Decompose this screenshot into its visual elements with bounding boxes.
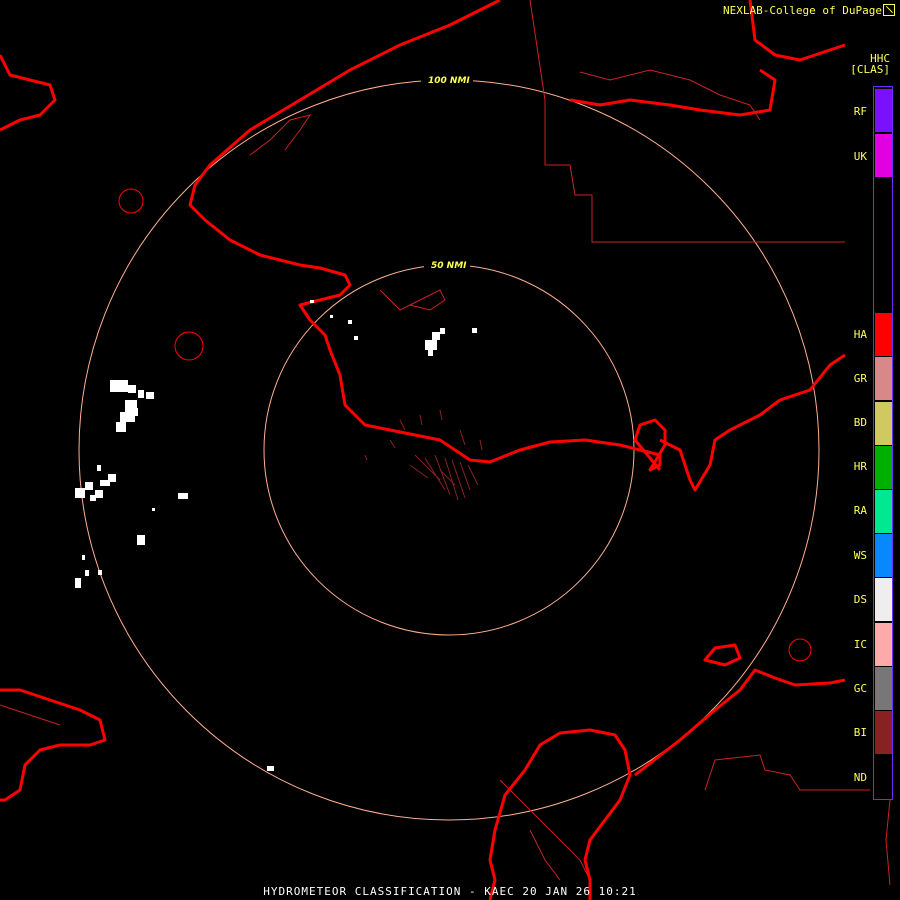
legend-label-rf: RF	[853, 105, 867, 118]
legend-label-ds: DS	[853, 593, 867, 606]
radar-echoes	[75, 300, 477, 771]
legend-label-hr: HR	[853, 460, 867, 473]
legend-label-ws: WS	[853, 549, 867, 562]
legend-label-bi: BI	[853, 726, 867, 739]
legend-swatch-gc	[875, 667, 892, 710]
legend-swatch-hr	[875, 446, 892, 489]
range-ring-100	[78, 79, 820, 821]
legend-swatch-ra	[875, 490, 892, 533]
footer-title: HYDROMETEOR CLASSIFICATION - KAEC 20 JAN…	[263, 885, 637, 898]
legend-label-ha: HA	[853, 328, 867, 341]
legend-color-bar	[873, 86, 893, 800]
legend-label-uk: UK	[853, 150, 867, 163]
ring-label-100: 100 NMI	[428, 76, 470, 86]
legend-swatch-bd	[875, 402, 892, 445]
legend-label-gc: GC	[853, 682, 867, 695]
coastlines	[0, 0, 846, 900]
legend-swatch-uk	[875, 134, 892, 177]
landmark-circles	[118, 188, 812, 662]
legend-swatch-ws	[875, 534, 892, 577]
external-link-icon[interactable]	[883, 4, 895, 16]
legend-label-ra: RA	[853, 504, 867, 517]
legend-swatch-ds	[875, 578, 892, 621]
units-label: [CLAS]	[850, 63, 890, 76]
legend-swatch-bi	[875, 711, 892, 754]
legend-label-nd: ND	[853, 771, 867, 784]
radar-map: 50 NMI 100 NMI	[0, 0, 891, 900]
legend-swatch-nd	[875, 755, 892, 798]
range-ring-50	[263, 264, 635, 636]
legend-label-bd: BD	[853, 416, 867, 429]
legend-label-ic: IC	[853, 638, 867, 651]
legend-swatch-ic	[875, 623, 892, 666]
credit-text: NEXLAB-College of DuPage	[723, 4, 882, 17]
legend-label-gr: GR	[853, 372, 867, 385]
legend-swatch-rf	[875, 89, 892, 132]
legend-swatch-ha	[875, 313, 892, 356]
legend-swatch-gr	[875, 357, 892, 400]
ring-label-50: 50 NMI	[431, 261, 467, 271]
